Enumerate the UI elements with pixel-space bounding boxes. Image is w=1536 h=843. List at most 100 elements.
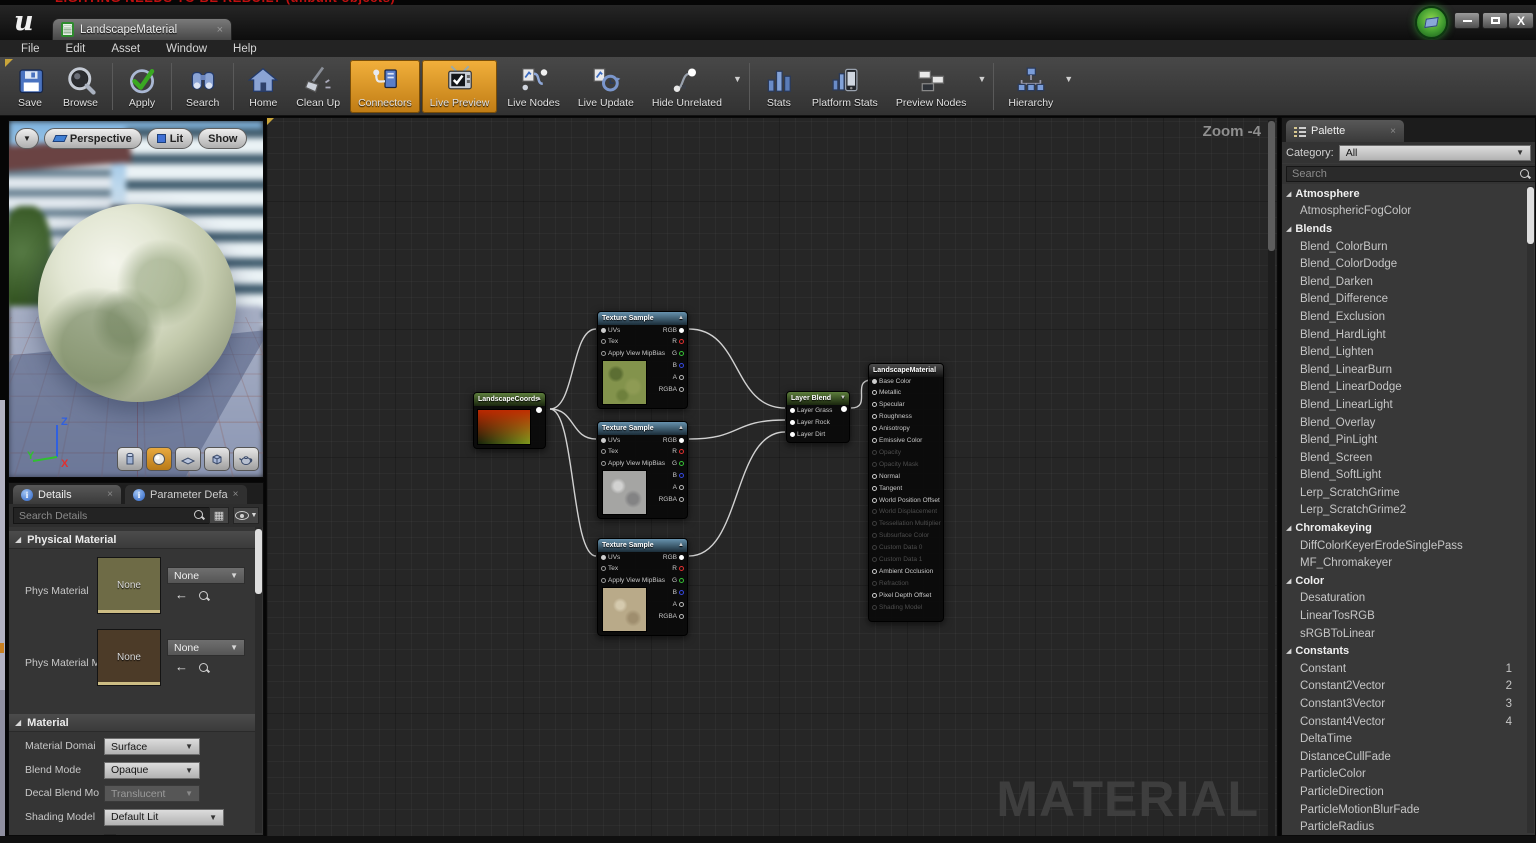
palette-category-color[interactable]: ◢Color [1282, 572, 1526, 590]
pin-g[interactable]: G [672, 459, 684, 469]
pin-apply-view-mipbias[interactable]: Apply View MipBias [601, 459, 665, 469]
maximize-button[interactable] [1482, 12, 1508, 29]
pin-g[interactable]: G [672, 576, 684, 586]
palette-item-blend-exclusion[interactable]: Blend_Exclusion [1282, 308, 1526, 326]
tab-close-icon[interactable]: × [1390, 126, 1396, 137]
pin-tex[interactable]: Tex [601, 337, 618, 347]
toolbar-button-save[interactable]: Save [7, 60, 53, 113]
palette-category-blends[interactable]: ◢Blends [1282, 220, 1526, 238]
preview-shape-cylinder-button[interactable] [117, 447, 143, 471]
pin-metallic[interactable]: Metallic [872, 388, 901, 398]
tab-details[interactable]: i Details× [13, 485, 121, 504]
palette-item-mf-chromakeyer[interactable]: MF_Chromakeyer [1282, 554, 1526, 572]
palette-item-blend-lineardodge[interactable]: Blend_LinearDodge [1282, 379, 1526, 397]
toolbar-button-preview-nodes[interactable]: Preview Nodes [888, 60, 975, 113]
pin-world-position-offset[interactable]: World Position Offset [872, 495, 940, 505]
palette-category-constants[interactable]: ◢Constants [1282, 642, 1526, 660]
pin-normal[interactable]: Normal [872, 471, 900, 481]
preview-viewport[interactable]: ▼ Perspective Lit Show Z Y X [8, 120, 264, 478]
palette-item-blend-screen[interactable]: Blend_Screen [1282, 449, 1526, 467]
collapse-icon[interactable]: ▲ [678, 422, 684, 435]
pin-apply-view-mipbias[interactable]: Apply View MipBias [601, 576, 665, 586]
pin-layer-grass[interactable]: Layer Grass [790, 405, 832, 415]
pin-rgb[interactable]: RGB [663, 552, 684, 562]
pin-roughness[interactable]: Roughness [872, 412, 912, 422]
pin-specular[interactable]: Specular [872, 400, 905, 410]
asset-select-dropdown[interactable]: None▼ [167, 639, 245, 656]
node-layer-blend[interactable]: Layer Blend▼Layer GrassLayer RockLayer D… [786, 391, 850, 443]
collapse-icon[interactable]: ▲ [536, 393, 542, 406]
palette-item-constant3vector[interactable]: Constant3Vector3 [1282, 695, 1526, 713]
toolbar-button-platform-stats[interactable]: Platform Stats [804, 60, 886, 113]
node-texture-sample[interactable]: Texture Sample▲UVsTexApply View MipBiasR… [597, 421, 688, 519]
pin-subsurface-color[interactable]: Subsurface Color [872, 531, 929, 541]
preview-shape-plane-button[interactable] [175, 447, 201, 471]
pin-shading-model[interactable]: Shading Model [872, 602, 922, 612]
menu-asset[interactable]: Asset [98, 43, 153, 55]
toolbar-button-clean-up[interactable]: Clean Up [288, 60, 348, 113]
pin-b[interactable]: B [673, 360, 684, 370]
browse-to-asset-icon[interactable] [199, 663, 210, 674]
menu-file[interactable]: File [8, 43, 53, 55]
toolbar-button-live-update[interactable]: Live Update [570, 60, 642, 113]
pin-r[interactable]: R [672, 447, 684, 457]
chevron-down-icon[interactable]: ▼ [977, 74, 986, 100]
pin-emissive-color[interactable]: Emissive Color [872, 436, 922, 446]
pin-anisotropy[interactable]: Anisotropy [872, 424, 910, 434]
pin-tessellation-multiplier[interactable]: Tessellation Multiplier [872, 519, 941, 529]
palette-item-blend-colordodge[interactable]: Blend_ColorDodge [1282, 255, 1526, 273]
palette-item-particlecolor[interactable]: ParticleColor [1282, 766, 1526, 784]
output-pin[interactable] [536, 407, 542, 413]
palette-item-deltatime[interactable]: DeltaTime [1282, 730, 1526, 748]
pin-rgba[interactable]: RGBA [659, 494, 684, 504]
pin-b[interactable]: B [673, 587, 684, 597]
tab-close-icon[interactable]: × [233, 489, 239, 500]
pin-rgba[interactable]: RGBA [659, 384, 684, 394]
toolbar-button-browse[interactable]: Browse [55, 60, 106, 113]
pin-uvs[interactable]: UVs [601, 325, 620, 335]
toolbar-button-hierarchy[interactable]: Hierarchy [1000, 60, 1061, 113]
pin-r[interactable]: R [672, 564, 684, 574]
pin-layer-dirt[interactable]: Layer Dirt [790, 429, 825, 439]
tab-palette[interactable]: Palette× [1286, 120, 1404, 142]
pin-r[interactable]: R [672, 337, 684, 347]
details-scrollbar-thumb[interactable] [255, 529, 262, 594]
pin-tangent[interactable]: Tangent [872, 483, 902, 493]
pin-ambient-occlusion[interactable]: Ambient Occlusion [872, 566, 933, 576]
pin-pixel-depth-offset[interactable]: Pixel Depth Offset [872, 590, 931, 600]
toolbar-button-connectors[interactable]: Connectors [350, 60, 420, 113]
browse-to-asset-icon[interactable] [199, 591, 210, 602]
property-dropdown-shading-model[interactable]: Default Lit▼ [104, 809, 224, 826]
toolbar-button-stats[interactable]: Stats [756, 60, 802, 113]
toolbar-button-hide-unrelated[interactable]: Hide Unrelated [644, 60, 730, 113]
material-graph-canvas[interactable]: LandscapeCoords▲Texture Sample▲UVsTexApp… [266, 117, 1278, 843]
use-selected-asset-icon[interactable]: ← [175, 659, 188, 674]
pin-apply-view-mipbias[interactable]: Apply View MipBias [601, 349, 665, 359]
pin-b[interactable]: B [673, 470, 684, 480]
pin-uvs[interactable]: UVs [601, 435, 620, 445]
palette-item-particleradius[interactable]: ParticleRadius [1282, 818, 1526, 835]
palette-item-blend-darken[interactable]: Blend_Darken [1282, 273, 1526, 291]
pin-rgba[interactable]: RGBA [659, 611, 684, 621]
palette-item-blend-softlight[interactable]: Blend_SoftLight [1282, 467, 1526, 485]
pin-rgb[interactable]: RGB [663, 435, 684, 445]
pin-custom-data-0[interactable]: Custom Data 0 [872, 543, 922, 553]
node-landscapematerial[interactable]: LandscapeMaterialBase ColorMetallicSpecu… [868, 363, 944, 622]
graph-scrollbar-thumb[interactable] [1268, 121, 1275, 251]
tab-parameter-defaults[interactable]: i Parameter Defa× [125, 485, 247, 504]
collapse-icon[interactable]: ▲ [678, 539, 684, 552]
menu-window[interactable]: Window [153, 43, 220, 55]
chevron-down-icon[interactable]: ▼ [1064, 74, 1073, 100]
palette-item-srgbtolinear[interactable]: sRGBToLinear [1282, 625, 1526, 643]
pin-opacity-mask[interactable]: Opacity Mask [872, 459, 918, 469]
minimize-button[interactable] [1454, 12, 1480, 29]
pin-world-displacement[interactable]: World Displacement [872, 507, 937, 517]
palette-item-blend-lighten[interactable]: Blend_Lighten [1282, 343, 1526, 361]
palette-item-blend-linearlight[interactable]: Blend_LinearLight [1282, 396, 1526, 414]
chevron-down-icon[interactable]: ▼ [733, 74, 742, 100]
palette-item-blend-hardlight[interactable]: Blend_HardLight [1282, 326, 1526, 344]
pin-opacity[interactable]: Opacity [872, 447, 901, 457]
details-search-input[interactable] [13, 507, 210, 524]
viewport-options-dropdown[interactable]: ▼ [15, 128, 39, 149]
lit-button[interactable]: Lit [147, 128, 193, 149]
